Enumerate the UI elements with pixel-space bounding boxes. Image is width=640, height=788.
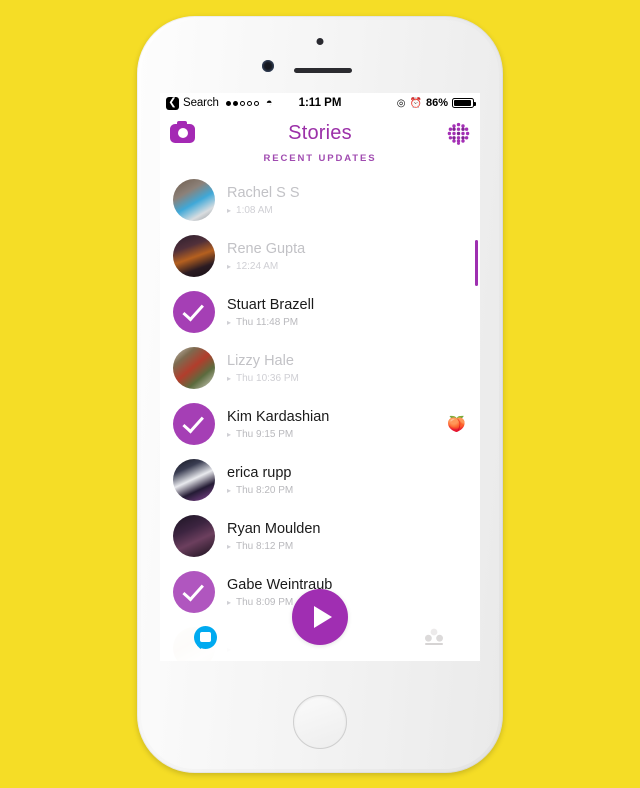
story-row-text: Ryan Moulden ▸ Thu 8:12 PM <box>227 520 466 551</box>
story-meta: ▸ 12:24 AM <box>227 261 466 272</box>
checkmark-icon <box>182 410 204 434</box>
avatar[interactable] <box>173 459 215 501</box>
play-triangle <box>313 606 332 628</box>
story-meta: ▸ Thu 10:36 PM <box>227 373 466 384</box>
page-title: Stories <box>288 121 352 144</box>
story-timestamp: Thu 9:15 PM <box>236 428 294 440</box>
friends-group-icon[interactable] <box>422 627 446 647</box>
story-row-text: Stuart Brazell ▸ Thu 11:48 PM <box>227 296 466 327</box>
discover-grid-icon[interactable] <box>447 122 470 145</box>
avatar[interactable] <box>173 179 215 221</box>
story-row-text: Lizzy Hale ▸ Thu 10:36 PM <box>227 352 466 383</box>
story-meta: ▸ 1:08 AM <box>227 205 466 216</box>
story-row-text: Rachel S S ▸ 1:08 AM <box>227 184 466 215</box>
checkmark-icon <box>182 298 204 322</box>
proximity-sensor-icon <box>316 38 324 45</box>
story-row[interactable]: Lizzy Hale ▸ Thu 10:36 PM <box>160 340 480 396</box>
phone-screen: ❮ Search ◓ 1:11 PM ◎ ⏰ 86% Stories RECEN… <box>160 93 480 661</box>
story-type-icon: ▸ <box>227 317 232 327</box>
story-meta: ▸ Thu 8:09 PM <box>227 597 466 608</box>
play-button-icon[interactable] <box>292 589 348 645</box>
story-timestamp: Thu 8:09 PM <box>236 596 294 608</box>
avatar[interactable] <box>173 571 215 613</box>
battery-icon <box>452 98 476 108</box>
story-row-text: Gabe Weintraub ▸ Thu 8:09 PM <box>227 576 466 607</box>
story-timestamp: Thu 11:48 PM <box>236 316 299 328</box>
stories-list[interactable]: Rachel S S ▸ 1:08 AM Rene Gupta ▸ 12:24 AM Stu… <box>160 172 480 661</box>
avatar[interactable] <box>173 515 215 557</box>
story-username: Kim Kardashian <box>227 409 330 426</box>
story-timestamp: Thu 8:20 PM <box>236 484 294 496</box>
story-timestamp: 1:08 AM <box>236 204 273 216</box>
story-row-text: Rene Gupta ▸ 12:24 AM <box>227 240 466 271</box>
avatar[interactable] <box>173 291 215 333</box>
avatar[interactable] <box>173 235 215 277</box>
story-row-text: Kim Kardashian ▸ Thu 9:15 PM <box>227 408 439 439</box>
story-type-icon: ▸ <box>227 205 232 215</box>
story-meta: ▸ Thu 8:20 PM <box>227 485 466 496</box>
story-meta: ▸ Thu 8:12 PM <box>227 541 466 552</box>
story-username: erica rupp <box>227 465 292 482</box>
story-type-icon: ▸ <box>227 541 232 551</box>
story-type-icon: ▸ <box>227 373 232 383</box>
story-username: Stuart Brazell <box>227 297 315 314</box>
story-row[interactable]: Rene Gupta ▸ 12:24 AM <box>160 228 480 284</box>
story-type-icon: ▸ <box>227 261 232 271</box>
app-header: Stories <box>160 113 480 153</box>
story-username: Rachel S S <box>227 185 300 202</box>
home-button[interactable] <box>293 695 347 749</box>
chat-bubble-inner <box>200 632 211 642</box>
phone-frame: ❮ Search ◓ 1:11 PM ◎ ⏰ 86% Stories RECEN… <box>137 16 503 773</box>
story-meta: ▸ Thu 11:48 PM <box>227 317 466 328</box>
avatar[interactable] <box>173 347 215 389</box>
screenshot-stage: ❮ Search ◓ 1:11 PM ◎ ⏰ 86% Stories RECEN… <box>0 0 640 788</box>
alarm-clock-icon: ⏰ <box>409 97 422 109</box>
story-row[interactable]: Stuart Brazell ▸ Thu 11:48 PM <box>160 284 480 340</box>
status-bar: ❮ Search ◓ 1:11 PM ◎ ⏰ 86% <box>160 93 480 113</box>
story-row[interactable]: Rachel S S ▸ 1:08 AM <box>160 172 480 228</box>
avatar[interactable] <box>173 403 215 445</box>
story-timestamp: Thu 10:36 PM <box>236 372 299 384</box>
checkmark-icon <box>182 578 204 602</box>
camera-lens-icon <box>177 128 188 138</box>
story-emoji: 🍑 <box>447 416 466 433</box>
status-bar-right: ◎ ⏰ 86% <box>396 97 476 109</box>
chat-bubble-icon[interactable] <box>194 625 217 649</box>
story-username: Ryan Moulden <box>227 521 321 538</box>
story-row[interactable]: Ryan Moulden ▸ Thu 8:12 PM <box>160 508 480 564</box>
story-username: Rene Gupta <box>227 241 306 258</box>
earpiece-speaker <box>294 68 352 73</box>
story-timestamp: Thu 8:12 PM <box>236 540 294 552</box>
story-type-icon: ▸ <box>227 485 232 495</box>
battery-percent-label: 86% <box>425 97 448 109</box>
story-row-text: erica rupp ▸ Thu 8:20 PM <box>227 464 466 495</box>
story-username: Lizzy Hale <box>227 353 294 370</box>
story-meta: ▸ Thu 9:15 PM <box>227 429 439 440</box>
story-type-icon: ▸ <box>227 429 232 439</box>
story-row[interactable]: Kim Kardashian ▸ Thu 9:15 PM 🍑 <box>160 396 480 452</box>
location-arrow-icon: ◎ <box>396 97 406 109</box>
story-type-icon: ▸ <box>227 597 232 607</box>
story-username: Gabe Weintraub <box>227 577 333 594</box>
section-subtitle: RECENT UPDATES <box>263 153 377 164</box>
story-timestamp: 12:24 AM <box>236 260 279 272</box>
story-row[interactable]: erica rupp ▸ Thu 8:20 PM <box>160 452 480 508</box>
front-camera-icon <box>262 60 274 72</box>
